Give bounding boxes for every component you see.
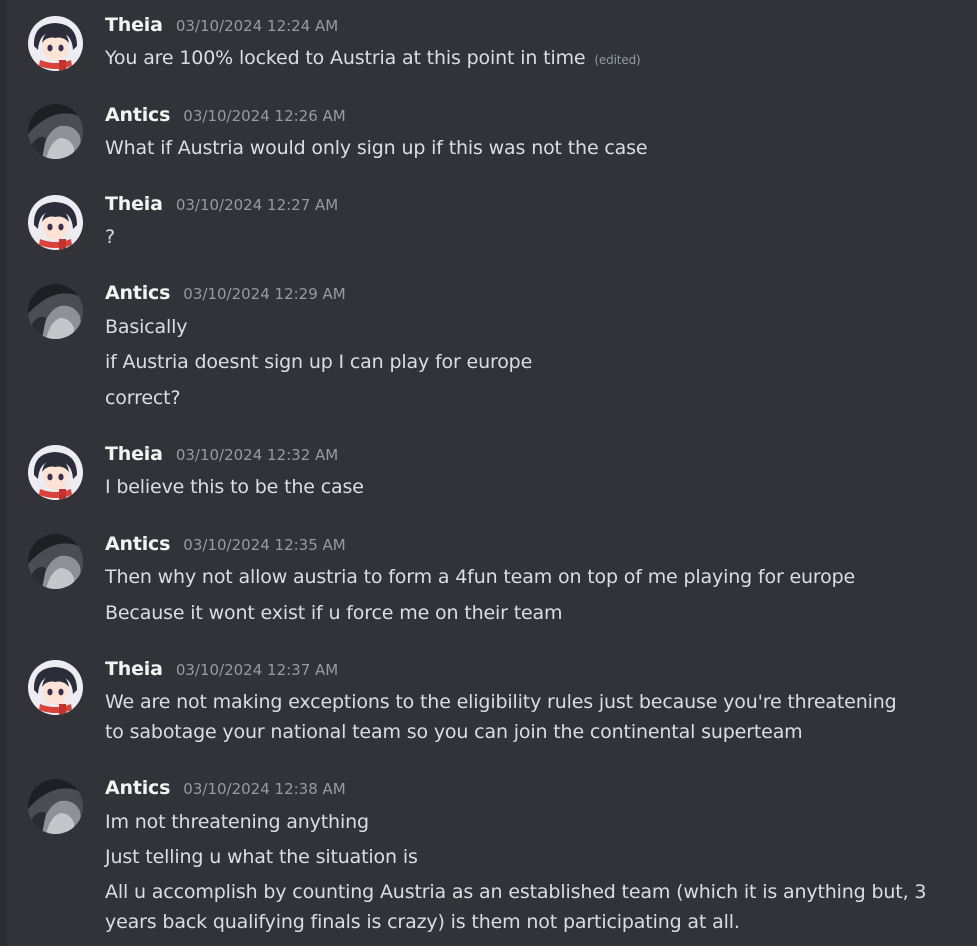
message-line: ? [105, 226, 115, 248]
message-header: Theia 03/10/2024 12:27 AM [105, 193, 338, 219]
channel-left-edge [0, 0, 7, 946]
author-name[interactable]: Theia [105, 193, 163, 215]
author-name[interactable]: Antics [105, 104, 170, 126]
message-timestamp[interactable]: 03/10/2024 12:24 AM [176, 17, 338, 35]
message-line: correct? [105, 387, 181, 409]
antics-avatar[interactable] [28, 284, 83, 339]
author-name[interactable]: Theia [105, 443, 163, 465]
message-timestamp[interactable]: 03/10/2024 12:32 AM [176, 446, 338, 464]
author-name[interactable]: Antics [105, 533, 170, 555]
author-name[interactable]: Theia [105, 14, 163, 36]
message-line: if Austria doesnt sign up I can play for… [105, 351, 533, 373]
message-line: We are not making exceptions to the elig… [105, 691, 897, 743]
message-line: Im not threatening anything [105, 811, 369, 833]
theia-avatar[interactable] [28, 445, 83, 500]
message-header: Theia 03/10/2024 12:32 AM [105, 443, 338, 469]
author-name[interactable]: Antics [105, 282, 170, 304]
theia-avatar[interactable] [28, 195, 83, 250]
author-name[interactable]: Theia [105, 658, 163, 680]
message-timestamp[interactable]: 03/10/2024 12:35 AM [183, 536, 345, 554]
edited-label[interactable]: (edited) [594, 53, 640, 67]
antics-avatar[interactable] [28, 779, 83, 834]
message-header: Theia 03/10/2024 12:37 AM [105, 658, 338, 684]
message-header: Antics 03/10/2024 12:35 AM [105, 533, 346, 559]
message-timestamp[interactable]: 03/10/2024 12:26 AM [183, 107, 345, 125]
message-line: Just telling u what the situation is [105, 846, 418, 868]
message-text: You are 100% locked to Austria at this p… [105, 43, 945, 75]
message-line: Basically [105, 316, 188, 338]
message-line: I believe this to be the case [105, 476, 364, 498]
antics-avatar[interactable] [28, 104, 83, 159]
theia-avatar[interactable] [28, 660, 83, 715]
message-timestamp[interactable]: 03/10/2024 12:37 AM [176, 661, 338, 679]
message-line: Because it wont exist if u force me on t… [105, 602, 563, 624]
theia-avatar[interactable] [28, 16, 83, 71]
message-header: Antics 03/10/2024 12:26 AM [105, 104, 346, 130]
message-line: Then why not allow austria to form a 4fu… [105, 566, 856, 588]
message-timestamp[interactable]: 03/10/2024 12:38 AM [183, 780, 345, 798]
message-header: Theia 03/10/2024 12:24 AM [105, 14, 338, 40]
message-header: Antics 03/10/2024 12:38 AM [105, 777, 346, 803]
message-timestamp[interactable]: 03/10/2024 12:29 AM [183, 285, 345, 303]
author-name[interactable]: Antics [105, 777, 170, 799]
message-line: All u accomplish by counting Austria as … [105, 881, 927, 933]
message-line: You are 100% locked to Austria at this p… [105, 47, 586, 69]
message-header: Antics 03/10/2024 12:29 AM [105, 282, 346, 308]
message-line: What if Austria would only sign up if th… [105, 137, 648, 159]
message-timestamp[interactable]: 03/10/2024 12:27 AM [176, 196, 338, 214]
antics-avatar[interactable] [28, 534, 83, 589]
